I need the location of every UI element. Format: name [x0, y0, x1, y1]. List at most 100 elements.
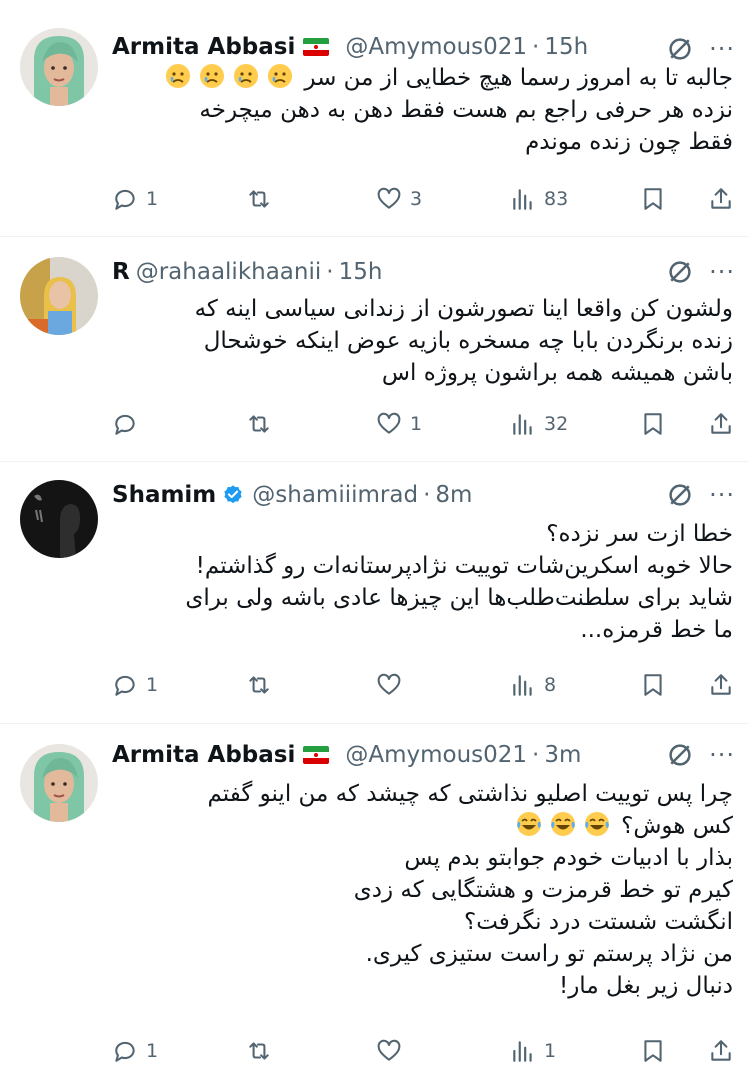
reply-button[interactable]: [112, 411, 146, 437]
display-name[interactable]: Armita Abbasi: [112, 742, 295, 768]
grok-icon[interactable]: [665, 257, 695, 287]
retweet-icon: [249, 415, 269, 433]
views-button[interactable]: 32: [510, 411, 568, 437]
share-button[interactable]: [708, 186, 734, 212]
tweet-line: بذار با ادبیات خودم جوابتو بدم پس: [404, 845, 733, 871]
user-handle[interactable]: @Amymous021: [345, 742, 527, 768]
reply-count: 1: [146, 1040, 159, 1062]
bookmark-button[interactable]: [640, 1038, 666, 1064]
reply-button[interactable]: 1: [112, 1038, 158, 1064]
tweet-text: خطا ازت سر نزده؟ حالا خوبه اسکرین‌شات تو…: [112, 518, 733, 646]
retweet-button[interactable]: [246, 411, 280, 437]
tweet-line: ما خط قرمزه...: [580, 617, 733, 643]
views-button[interactable]: 8: [510, 672, 556, 698]
tweet-line: خطا ازت سر نزده؟: [546, 521, 733, 547]
more-icon[interactable]: ···: [709, 37, 735, 61]
reply-icon: [115, 189, 135, 210]
grok-icon[interactable]: [665, 34, 695, 64]
tweet[interactable]: R @rahaalikhaanii · 15h ··· ولشون کن واق…: [0, 237, 749, 462]
display-name[interactable]: Shamim: [112, 482, 216, 508]
retweet-button[interactable]: [246, 186, 280, 212]
tweet-header: Armita Abbasi @Amymous021 · 3m: [112, 738, 581, 772]
views-icon: [513, 414, 532, 435]
like-button[interactable]: [376, 672, 410, 698]
share-icon: [711, 674, 731, 695]
retweet-icon: [249, 676, 269, 694]
retweet-icon: [249, 190, 269, 208]
bookmark-button[interactable]: [640, 411, 666, 437]
avatar[interactable]: [20, 744, 98, 822]
tweet[interactable]: Shamim @shamiiimrad · 8m ··· خطا ازت سر …: [0, 462, 749, 724]
heart-icon: [377, 412, 401, 434]
views-icon: [513, 189, 532, 210]
reply-icon: [115, 1041, 135, 1062]
retweet-button[interactable]: [246, 672, 280, 698]
share-button[interactable]: [708, 1038, 734, 1064]
bookmark-icon: [644, 674, 662, 696]
user-handle[interactable]: @Amymous021: [345, 34, 527, 60]
views-button[interactable]: 1: [510, 1038, 556, 1064]
more-icon[interactable]: ···: [709, 743, 735, 767]
tweet-line: ولشون کن واقعا اینا تصورشون از زندانی سی…: [194, 296, 733, 322]
retweet-button[interactable]: [246, 1038, 280, 1064]
reply-button[interactable]: 1: [112, 672, 158, 698]
display-name[interactable]: R: [112, 259, 130, 285]
avatar[interactable]: [20, 28, 98, 106]
avatar[interactable]: [20, 480, 98, 558]
more-icon[interactable]: ···: [709, 483, 735, 507]
bookmark-icon: [644, 188, 662, 210]
share-button[interactable]: [708, 411, 734, 437]
like-button[interactable]: [376, 1038, 410, 1064]
more-icon[interactable]: ···: [709, 260, 735, 284]
avatar[interactable]: [20, 257, 98, 335]
timestamp[interactable]: 8m: [435, 482, 472, 508]
action-bar: 1 8: [112, 668, 739, 702]
tweet-line: جالبه تا به امروز رسما هیچ خطایی از من س…: [304, 65, 733, 91]
bookmark-button[interactable]: [640, 672, 666, 698]
tweet-text: جالبه تا به امروز رسما هیچ خطایی از من س…: [112, 62, 733, 158]
view-count: 8: [544, 674, 557, 696]
like-count: 3: [410, 188, 423, 210]
retweet-icon: [249, 1042, 269, 1060]
tweet-text: چرا پس توییت اصلیو نذاشتی که چیشد که من …: [112, 778, 733, 1002]
crying-face-emoji: [161, 64, 297, 91]
tweet-header: Shamim @shamiiimrad · 8m: [112, 478, 472, 512]
share-button[interactable]: [708, 672, 734, 698]
tweet-line: دنبال زیر بغل مار!: [558, 973, 733, 999]
grok-icon[interactable]: [665, 480, 695, 510]
user-handle[interactable]: @rahaalikhaanii: [136, 259, 322, 285]
tweet[interactable]: Armita Abbasi @Amymous021 · 3m ··· چرا پ…: [0, 724, 749, 1081]
verified-badge-icon: [224, 485, 242, 504]
timestamp[interactable]: 15h: [544, 34, 588, 60]
tweet-header: Armita Abbasi @Amymous021 · 15h: [112, 30, 588, 64]
like-button[interactable]: 1: [376, 411, 422, 437]
display-name[interactable]: Armita Abbasi: [112, 34, 295, 60]
timestamp[interactable]: 3m: [544, 742, 581, 768]
tweet-line: چرا پس توییت اصلیو نذاشتی که چیشد که من …: [207, 781, 733, 807]
user-handle[interactable]: @shamiiimrad: [252, 482, 418, 508]
timestamp[interactable]: 15h: [339, 259, 383, 285]
tweet-line: من نژاد پرستم تو راست ستیزی کیری.: [365, 941, 733, 967]
tweet-text: ولشون کن واقعا اینا تصورشون از زندانی سی…: [112, 293, 733, 389]
tweet-line: فقط چون زنده موندم: [525, 129, 733, 155]
action-bar: 1 1: [112, 1034, 739, 1068]
iran-flag-icon: [303, 38, 330, 56]
heart-icon: [377, 673, 401, 695]
grok-icon[interactable]: [665, 740, 695, 770]
tweet[interactable]: Armita Abbasi @Amymous021 · 15h ··· جالب…: [0, 0, 749, 237]
separator-dot: ·: [326, 259, 334, 285]
separator-dot: ·: [423, 482, 431, 508]
share-icon: [711, 1040, 731, 1061]
separator-dot: ·: [532, 742, 540, 768]
reply-icon: [115, 414, 135, 435]
reply-button[interactable]: 1: [112, 186, 158, 212]
share-icon: [711, 413, 731, 434]
heart-icon: [377, 1039, 401, 1061]
bookmark-button[interactable]: [640, 186, 666, 212]
reply-count: 1: [146, 674, 159, 696]
views-icon: [513, 1041, 532, 1062]
iran-flag-icon: [303, 746, 330, 764]
tweet-line: انگشت شستت درد نگرفت؟: [463, 909, 733, 935]
views-button[interactable]: 83: [510, 186, 568, 212]
like-button[interactable]: 3: [376, 186, 422, 212]
